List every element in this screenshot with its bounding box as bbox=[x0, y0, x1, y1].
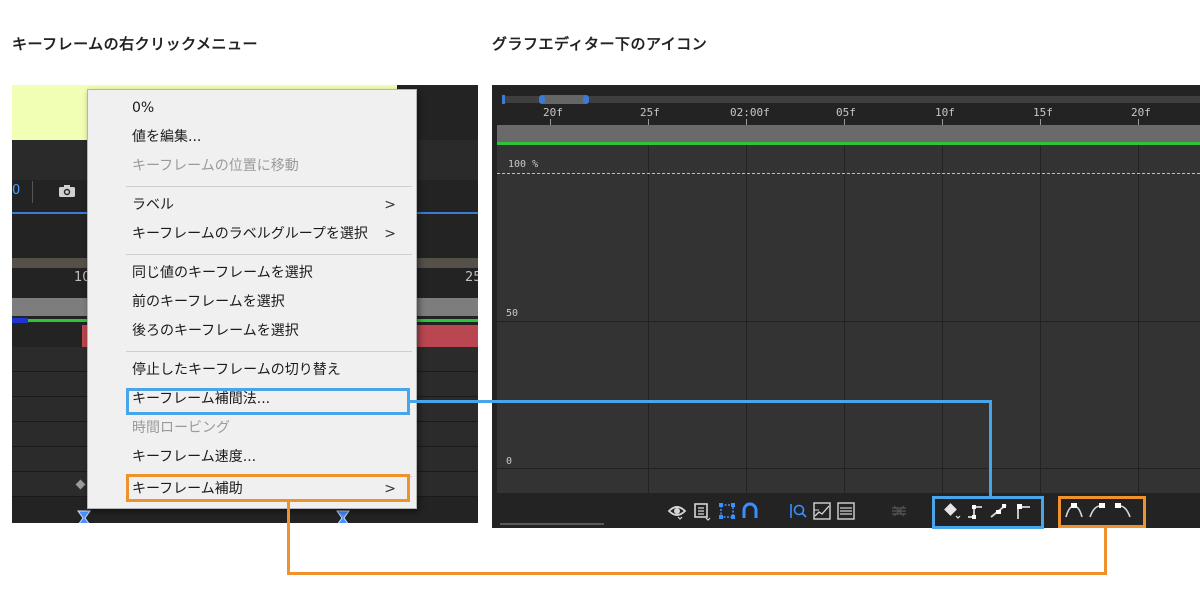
time-navigator-end-handle[interactable] bbox=[583, 95, 589, 104]
menu-item-keyframe-velocity[interactable]: キーフレーム速度... bbox=[132, 443, 408, 471]
easy-ease-keyframe-icon[interactable] bbox=[335, 510, 351, 523]
menu-item-select-previous-keyframes[interactable]: 前のキーフレームを選択 bbox=[132, 288, 408, 316]
separate-dimensions-icon[interactable] bbox=[889, 501, 909, 521]
connector-line-orange bbox=[287, 502, 290, 575]
highlight-keyframe-assistant-menu-item bbox=[126, 474, 410, 502]
time-tick: 15f bbox=[1033, 106, 1053, 119]
time-tick: 05f bbox=[836, 106, 856, 119]
time-tick: 20f bbox=[543, 106, 563, 119]
highlight-keyframe-type-icons bbox=[932, 496, 1044, 529]
menu-item-rove-across-time: 時間ロービング bbox=[132, 420, 230, 436]
fit-selection-icon[interactable] bbox=[788, 501, 808, 521]
menu-item-go-to-keyframe-time: キーフレームの位置に移動 bbox=[132, 158, 299, 174]
time-tick: 10f bbox=[935, 106, 955, 119]
time-indicator-value: 0 bbox=[12, 183, 21, 198]
menu-item-value-percent[interactable]: 0% bbox=[132, 94, 408, 122]
keyframe-context-menu: 0% 値を編集... キーフレームの位置に移動 ラベル > キーフレームのラベルグ… bbox=[87, 89, 417, 509]
connector-line-blue bbox=[989, 400, 992, 496]
menu-item-edit-value[interactable]: 値を編集... bbox=[132, 123, 408, 151]
fit-height-icon[interactable] bbox=[836, 501, 856, 521]
menu-item-label[interactable]: ラベル > bbox=[132, 191, 408, 219]
highlight-easy-ease-icons bbox=[1058, 496, 1146, 528]
menu-item-select-following-keyframes[interactable]: 後ろのキーフレームを選択 bbox=[132, 317, 408, 345]
time-tick: 02:00f bbox=[730, 106, 770, 119]
work-area-bar[interactable] bbox=[497, 125, 1200, 142]
submenu-arrow-icon: > bbox=[384, 197, 396, 213]
camera-icon[interactable] bbox=[58, 184, 76, 198]
menu-separator bbox=[126, 254, 412, 255]
time-tick: 25f bbox=[640, 106, 660, 119]
menu-separator bbox=[126, 186, 412, 187]
ruler-tick: 25 bbox=[465, 270, 478, 285]
connector-line-blue bbox=[410, 400, 992, 403]
connector-line-orange bbox=[1104, 528, 1107, 575]
list-icon[interactable] bbox=[692, 501, 712, 521]
graph-area[interactable] bbox=[497, 145, 1200, 493]
graph-editor-panel: 20f 25f 02:00f 05f 10f 15f 20f 100 % 50 … bbox=[492, 85, 1200, 528]
y-axis-label: 50 bbox=[506, 308, 519, 319]
connector-line-orange bbox=[287, 572, 1107, 575]
value-100-line bbox=[497, 173, 1200, 174]
caption-left: キーフレームの右クリックメニュー bbox=[12, 35, 259, 53]
time-navigator-range[interactable] bbox=[542, 95, 588, 104]
menu-separator bbox=[126, 351, 412, 352]
submenu-arrow-icon: > bbox=[384, 226, 396, 242]
menu-item-select-label-group[interactable]: キーフレームのラベルグループを選択 > bbox=[132, 220, 408, 248]
caption-right: グラフエディター下のアイコン bbox=[492, 35, 708, 53]
easy-ease-keyframe-icon[interactable] bbox=[76, 510, 92, 523]
snap-magnet-icon[interactable] bbox=[740, 501, 760, 521]
menu-item-select-equal-keyframes[interactable]: 同じ値のキーフレームを選択 bbox=[132, 259, 408, 287]
eye-icon[interactable] bbox=[667, 501, 687, 521]
highlight-interpolation-menu-item bbox=[126, 388, 410, 415]
time-tick: 20f bbox=[1131, 106, 1151, 119]
y-axis-label: 0 bbox=[506, 456, 513, 467]
transform-box-icon[interactable] bbox=[717, 501, 737, 521]
time-navigator-start-handle[interactable] bbox=[539, 95, 545, 104]
fit-all-icon[interactable] bbox=[812, 501, 832, 521]
time-navigator[interactable] bbox=[502, 96, 1200, 103]
y-axis-label: 100 % bbox=[508, 159, 539, 170]
menu-item-toggle-hold-keyframe[interactable]: 停止したキーフレームの切り替え bbox=[132, 356, 408, 384]
